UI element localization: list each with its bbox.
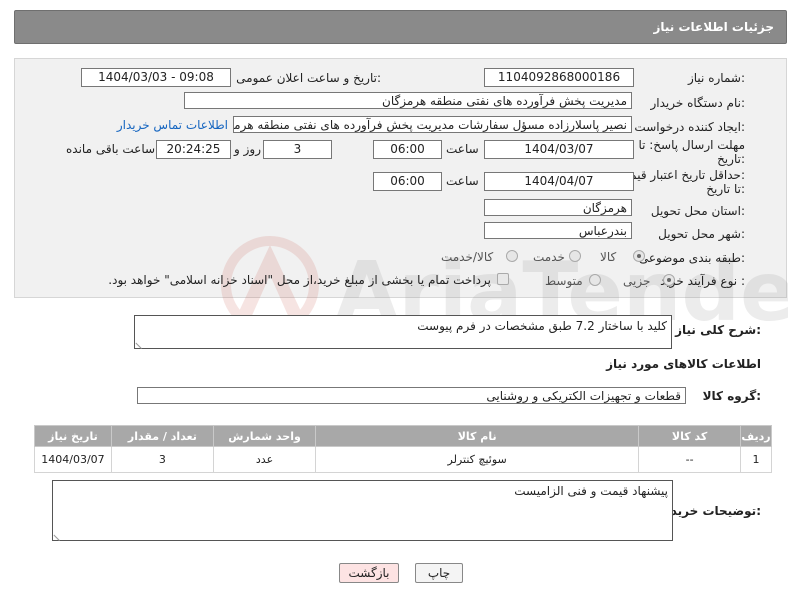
need-number-label: شماره نیاز: — [687, 71, 745, 85]
buyer-org-field: مدیریت پخش فرآورده های نفتی منطقه هرمزگا… — [184, 92, 632, 109]
buyer-notes-text: پیشنهاد قیمت و فنی الزامیست — [514, 484, 668, 498]
category-goods-label: کالا — [600, 250, 617, 264]
column-header-item-name: نام کالا — [315, 425, 640, 447]
category-service-label: خدمت — [533, 250, 565, 264]
cell-item-name: سوئیچ کنترلر — [315, 446, 640, 473]
column-header-quantity: تعداد / مقدار — [110, 425, 214, 447]
process-minor-radio[interactable] — [663, 274, 675, 286]
cell-row-number: 1 — [740, 446, 772, 473]
description-textarea[interactable]: کلید با ساختار 7.2 طبق مشخصات در فرم پیو… — [134, 315, 672, 350]
buyer-notes-textarea[interactable]: پیشنهاد قیمت و فنی الزامیست — [52, 480, 673, 542]
price-validity-time-field: 06:00 — [373, 172, 442, 191]
delivery-city-label: شهر محل تحویل: — [658, 227, 745, 241]
column-header-item-code: کد کالا — [638, 425, 742, 447]
goods-group-field: قطعات و تجهیزات الکتریکی و روشنایی — [137, 387, 686, 404]
category-label: طبقه بندی موضوعی: — [638, 251, 745, 265]
page-title: جزئیات اطلاعات نیاز — [653, 20, 774, 34]
price-validity-date-field: 1404/04/07 — [484, 172, 634, 191]
announce-datetime-field: 1404/03/03 - 09:08 — [81, 68, 231, 87]
price-validity-label: حداقل تاریخ اعتبار قیمت: — [618, 168, 745, 182]
buyer-org-label: نام دستگاه خریدار: — [650, 96, 746, 110]
category-goods-service-radio[interactable] — [506, 250, 518, 262]
table-header-row: ردیف کد کالا نام کالا واحد شمارش تعداد /… — [34, 425, 772, 447]
print-button[interactable]: چاپ — [415, 563, 463, 583]
column-header-unit: واحد شمارش — [212, 425, 317, 447]
resize-grip-icon[interactable] — [135, 336, 148, 350]
treasury-payment-note: پرداخت تمام یا بخشی از مبلغ خرید،از محل … — [108, 273, 491, 287]
response-time-field: 06:00 — [373, 140, 442, 159]
response-deadline-label-2: تاریخ: — [717, 152, 745, 166]
buyer-notes-label: توضیحات خریدار: — [659, 504, 761, 518]
requester-label: ایجاد کننده درخواست: — [634, 120, 745, 134]
response-deadline-label: مهلت ارسال پاسخ: تا — [638, 138, 745, 152]
delivery-province-label: استان محل تحویل: — [650, 204, 745, 218]
category-service-radio[interactable] — [569, 250, 581, 262]
resize-grip-icon[interactable] — [53, 528, 66, 542]
buyer-contact-link[interactable]: اطلاعات تماس خریدار — [117, 118, 228, 132]
category-goods-radio[interactable] — [633, 250, 645, 262]
delivery-city-field: بندرعباس — [484, 222, 632, 239]
treasury-payment-checkbox[interactable] — [497, 273, 509, 285]
days-remaining-field: 3 — [263, 140, 332, 159]
column-header-row-number: ردیف — [740, 425, 772, 447]
goods-group-label: گروه کالا: — [702, 389, 761, 403]
need-number-field: 1104092868000186 — [484, 68, 634, 87]
delivery-province-field: هرمزگان — [484, 199, 632, 216]
column-header-need-date: تاریخ نیاز — [34, 425, 112, 447]
process-medium-radio[interactable] — [589, 274, 601, 286]
category-goods-service-label: کالا/خدمت — [441, 250, 494, 264]
process-minor-label: جزیی — [623, 274, 651, 288]
days-label: روز و — [234, 142, 261, 156]
goods-section-title: اطلاعات کالاهای مورد نیاز — [606, 357, 761, 371]
cell-unit: عدد — [212, 446, 317, 473]
response-time-label: ساعت — [446, 142, 479, 156]
price-validity-time-label: ساعت — [446, 174, 479, 188]
items-table: ردیف کد کالا نام کالا واحد شمارش تعداد /… — [34, 425, 772, 473]
description-label: شرح کلی نیاز: — [675, 323, 761, 337]
cell-quantity: 3 — [110, 446, 214, 473]
announce-datetime-label: تاریخ و ساعت اعلان عمومی: — [236, 71, 381, 85]
cell-item-code: -- — [638, 446, 742, 473]
back-button[interactable]: بازگشت — [339, 563, 399, 583]
page-header: جزئیات اطلاعات نیاز — [14, 10, 787, 44]
response-date-field: 1404/03/07 — [484, 140, 634, 159]
table-row: 1 -- سوئیچ کنترلر عدد 3 1404/03/07 — [34, 446, 772, 473]
time-remaining-field: 20:24:25 — [156, 140, 231, 159]
price-validity-label-2: تا تاریخ: — [706, 182, 745, 196]
description-text: کلید با ساختار 7.2 طبق مشخصات در فرم پیو… — [417, 319, 667, 333]
requester-field: نصیر پاسلارزاده مسؤل سفارشات مدیریت پخش … — [233, 116, 632, 133]
cell-need-date: 1404/03/07 — [34, 446, 112, 473]
process-medium-label: متوسط — [545, 274, 583, 288]
time-remaining-label: ساعت باقی مانده — [66, 142, 156, 156]
